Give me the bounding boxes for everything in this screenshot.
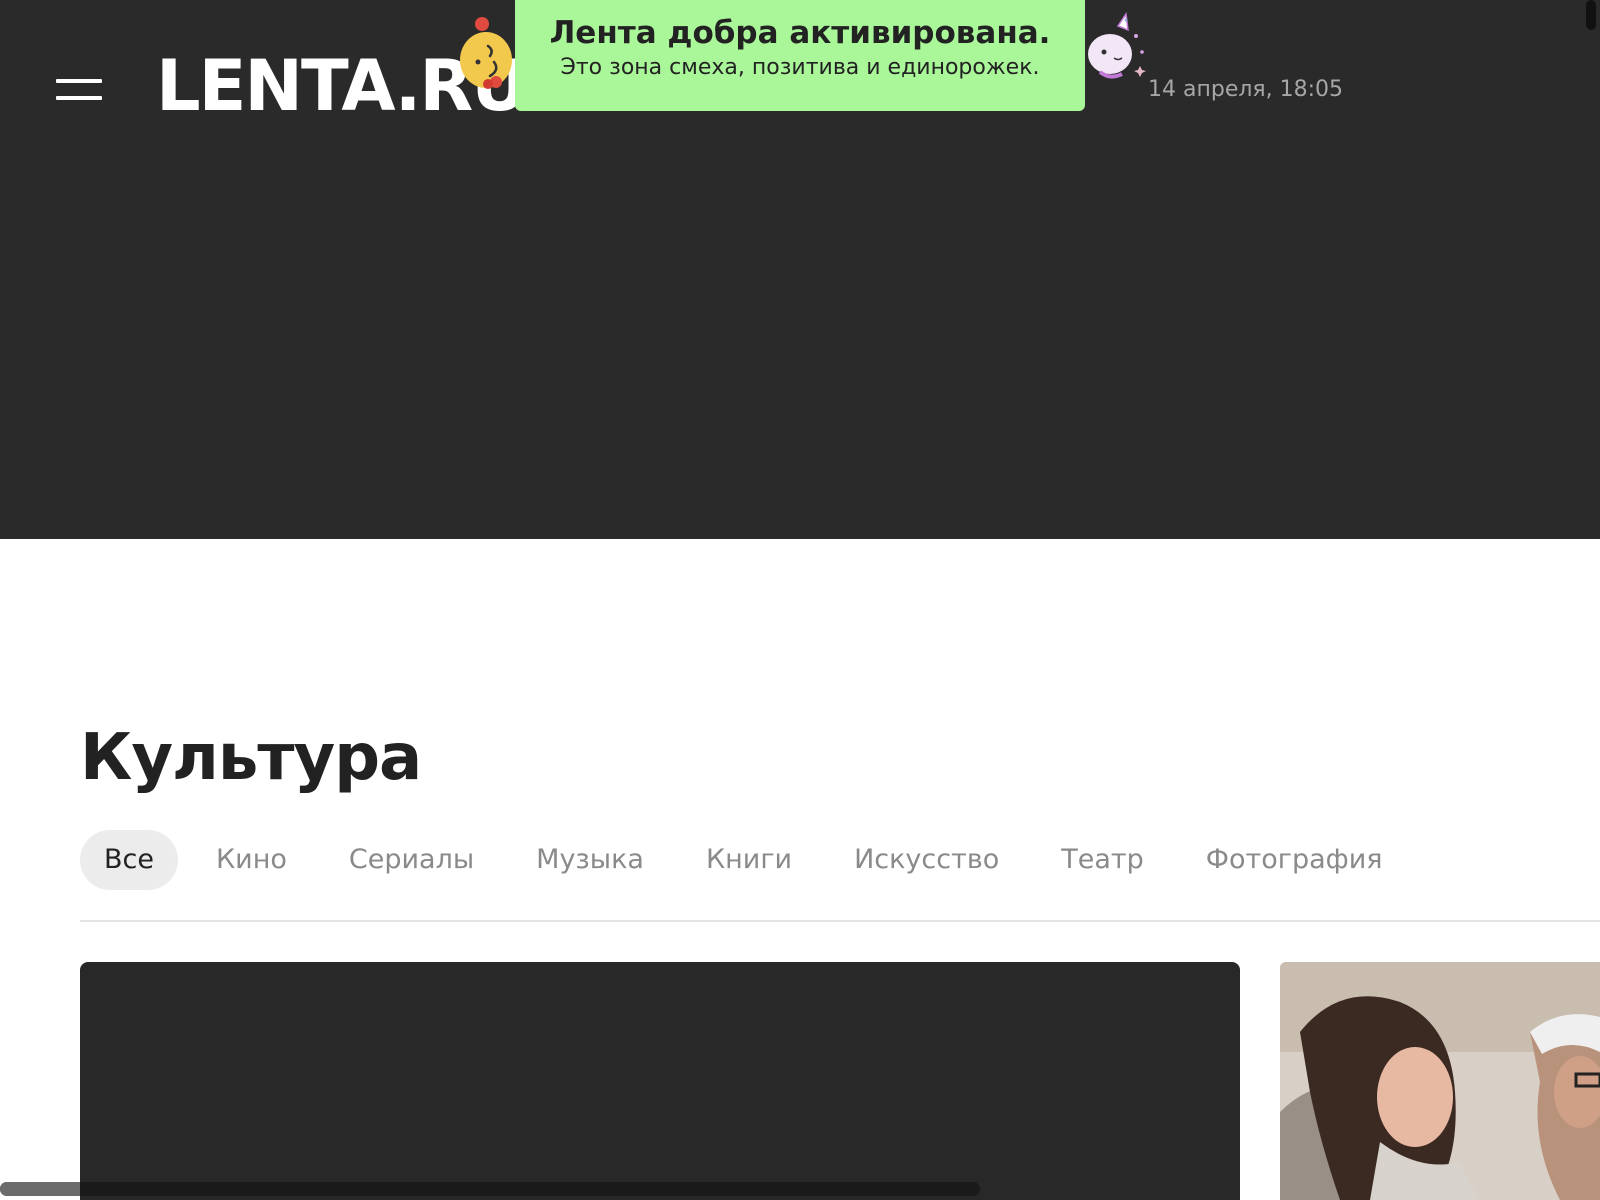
smiling-emoji-icon [460, 17, 512, 89]
current-datetime: 14 апреля, 18:05 [1148, 77, 1344, 102]
featured-news-card[interactable] [80, 962, 1240, 1200]
horizontal-scrollbar[interactable] [0, 1182, 980, 1196]
horizontal-scrollbar-track-start [0, 1182, 80, 1196]
tab-photography[interactable]: Фотография [1182, 830, 1407, 890]
tab-all[interactable]: Все [80, 830, 178, 890]
hamburger-menu-icon[interactable] [56, 76, 102, 102]
tab-series[interactable]: Сериалы [325, 830, 498, 890]
site-header: LENTA.RU Лента добра активирована. Это з… [0, 0, 1600, 539]
tab-art[interactable]: Искусство [830, 830, 1023, 890]
tab-cinema[interactable]: Кино [192, 830, 311, 890]
tab-music[interactable]: Музыка [512, 830, 668, 890]
unicorn-icon [1088, 12, 1146, 79]
toast-subtitle: Это зона смеха, позитива и единорожек. [560, 55, 1040, 80]
vertical-scrollbar[interactable] [1586, 0, 1596, 30]
category-tabs: Все Кино Сериалы Музыка Книги Искусство … [80, 830, 1407, 890]
tab-books[interactable]: Книги [682, 830, 816, 890]
toast-title: Лента добра активирована. [549, 15, 1051, 51]
tab-theatre[interactable]: Театр [1037, 830, 1168, 890]
kindness-mode-toast: Лента добра активирована. Это зона смеха… [515, 0, 1085, 111]
news-card-photo[interactable] [1280, 962, 1600, 1200]
page-title: Культура [80, 721, 422, 795]
tabs-divider [80, 920, 1600, 922]
news-photo-image [1280, 962, 1600, 1200]
